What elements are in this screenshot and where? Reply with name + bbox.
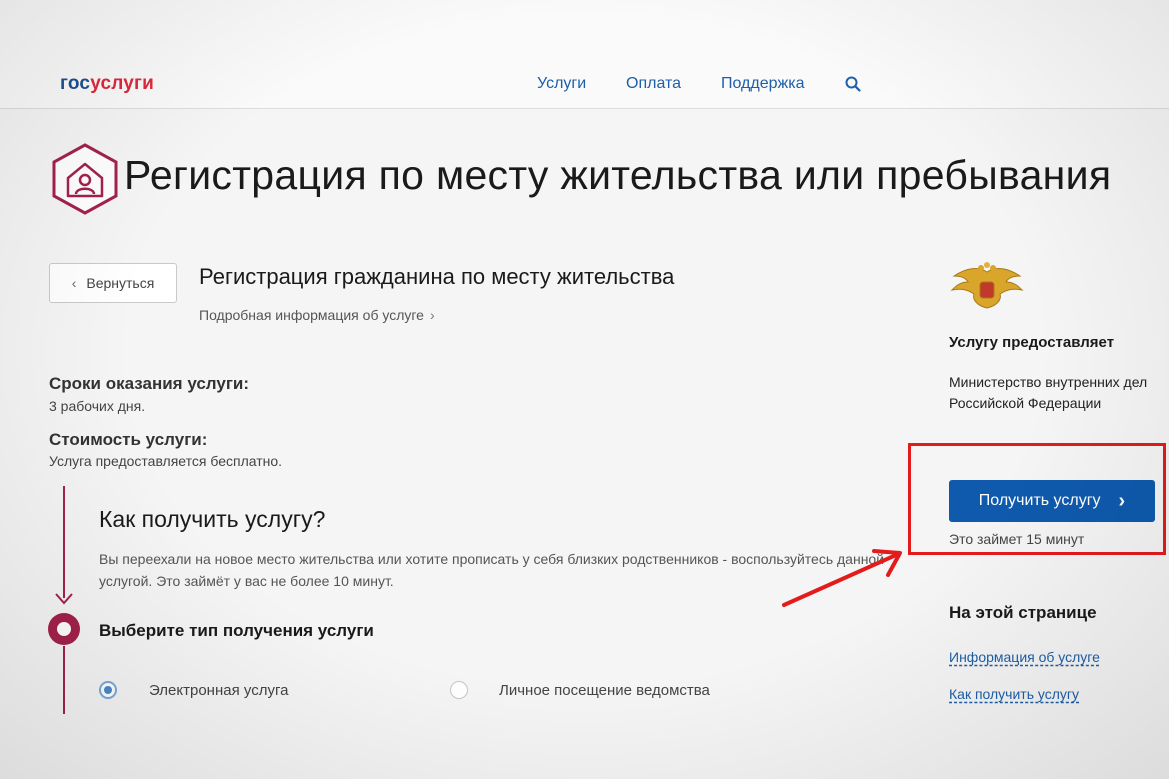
term-heading: Сроки оказания услуги: [49, 374, 250, 393]
service-details-link[interactable]: Подробная информация об услуге › [199, 307, 435, 323]
term-value: 3 рабочих дня. [49, 398, 146, 414]
red-annotation-arrow [782, 549, 902, 607]
timeline-line [63, 486, 65, 598]
cost-value: Услуга предоставляется бесплатно. [49, 453, 283, 469]
timeline-line [63, 646, 65, 714]
get-service-button-label: Получить услугу [978, 492, 1101, 509]
cost-heading: Стоимость услуги: [49, 430, 208, 449]
radio-personal-visit[interactable] [450, 681, 468, 699]
page-title: Регистрация по месту жительства или преб… [124, 152, 1112, 198]
provider-name: Министерство внутренних дел Российской Ф… [949, 374, 1148, 411]
toc-link-how-to-get[interactable]: Как получить услугу [949, 686, 1079, 702]
back-button-label: Вернуться [86, 275, 155, 291]
chevron-right-icon: › [1118, 489, 1126, 512]
radio-electronic-service[interactable] [99, 681, 117, 699]
get-service-button[interactable]: Получить услугу › [949, 480, 1155, 522]
chevron-right-icon: › [429, 307, 435, 323]
provider-heading: Услугу предоставляет [949, 334, 1115, 351]
time-estimate: Это займет 15 минут [949, 531, 1085, 547]
radio-label-personal-visit[interactable]: Личное посещение ведомства [499, 682, 710, 699]
nav-link-payment[interactable]: Оплата [626, 75, 681, 93]
nav-link-support[interactable]: Поддержка [721, 75, 804, 93]
gosuslugi-logo[interactable]: госуслуги [60, 73, 154, 95]
how-to-get-description: Вы переехали на новое место жительства и… [99, 551, 885, 589]
service-title: Регистрация гражданина по месту жительст… [199, 264, 675, 289]
timeline-step-marker [48, 613, 80, 645]
how-to-get-heading: Как получить услугу? [99, 506, 326, 532]
chevron-left-icon: ‹ [71, 275, 77, 291]
toc-heading: На этой странице [949, 603, 1097, 622]
step-title: Выберите тип получения услуги [99, 621, 374, 640]
search-icon[interactable] [845, 76, 861, 92]
toc-link-service-info[interactable]: Информация об услуге [949, 649, 1100, 665]
nav-link-services[interactable]: Услуги [537, 75, 586, 93]
double-headed-eagle-emblem [950, 262, 1024, 309]
arrow-down-icon [55, 593, 73, 605]
house-person-icon [52, 143, 118, 215]
back-button[interactable]: ‹ Вернуться [49, 263, 177, 303]
site-header: госуслуги Услуги Оплата Поддержка [0, 0, 1169, 109]
radio-label-electronic[interactable]: Электронная услуга [149, 682, 288, 699]
